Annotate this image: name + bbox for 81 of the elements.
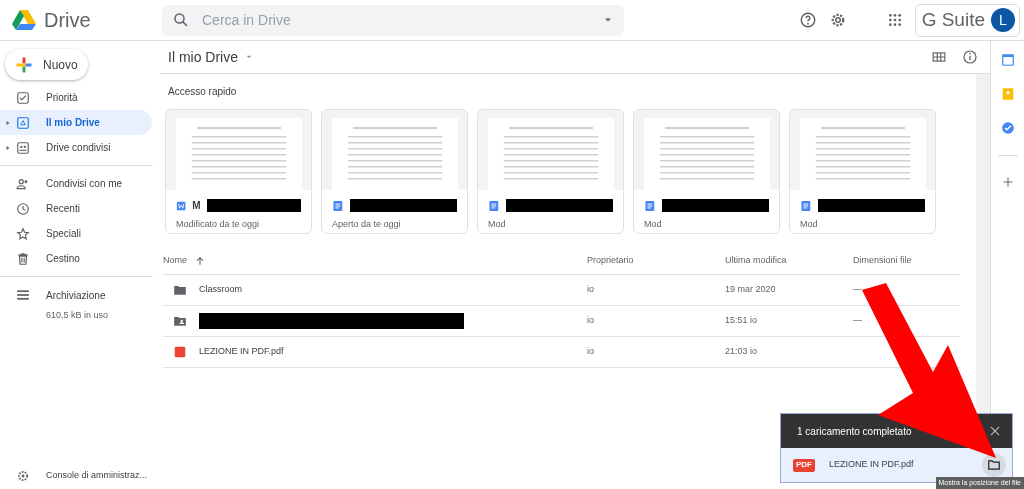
activity-text: Mod	[488, 218, 507, 231]
activity-text: Aperto da te oggi	[332, 218, 402, 231]
shared-folder-icon	[173, 314, 187, 328]
search-icon	[172, 11, 190, 29]
pdf-badge: PDF	[793, 458, 815, 472]
file-card[interactable]: Mod	[633, 109, 780, 234]
folder-icon	[987, 458, 1001, 472]
sidebar-item[interactable]: Priorità	[0, 85, 152, 110]
info-icon	[962, 49, 978, 65]
sidebar-item[interactable]: Condivisi con me	[0, 171, 152, 196]
file-card[interactable]: Mod	[789, 109, 936, 234]
pdf-icon	[173, 345, 187, 359]
clock-icon	[16, 201, 30, 216]
star-icon	[16, 226, 30, 241]
storage-icon	[16, 288, 30, 302]
document-icon	[800, 199, 812, 212]
people-icon	[16, 176, 30, 191]
activity-text: Modificato da te oggi	[176, 218, 261, 231]
upload-status: 1 caricamento completato	[797, 424, 912, 439]
storage-label[interactable]: Archiviazione	[46, 288, 109, 303]
table-cell: 15:51 io	[725, 315, 758, 326]
checkbox-icon	[16, 90, 30, 105]
table-cell: —	[853, 315, 862, 326]
help-icon	[798, 11, 817, 29]
suite-label: G Suite	[921, 7, 985, 32]
file-card[interactable]: M Modificato da te oggi	[165, 109, 312, 234]
file-name: Classroom	[199, 283, 242, 297]
add-icon	[1001, 176, 1014, 188]
sidebar-item[interactable]: Il mio Drive	[0, 110, 152, 135]
file-card[interactable]: Aperto da te oggi	[321, 109, 468, 234]
plus-icon	[15, 55, 33, 74]
drive-icon	[16, 115, 30, 130]
document-icon	[644, 199, 656, 212]
search-bar[interactable]: Cerca in Drive	[162, 4, 624, 36]
file-name: LEZIONE IN PDF.pdf	[829, 458, 914, 472]
sidebar-item[interactable]: Cestino	[0, 246, 152, 271]
expand-arrow-icon	[5, 119, 11, 127]
sidebar-item[interactable]: Speciali	[0, 221, 152, 246]
admin-console-link[interactable]: Console di amministraz...	[46, 469, 148, 483]
file-card[interactable]: Mod	[477, 109, 624, 234]
folder-title-button[interactable]: Il mio Drive	[168, 46, 254, 68]
sort-arrow-icon	[195, 256, 205, 266]
column-header[interactable]: Nome	[163, 254, 187, 268]
sidebar-item[interactable]: Drive condivisi	[0, 135, 152, 160]
drive-logo-icon	[10, 8, 38, 32]
close-icon	[988, 424, 1002, 438]
grid-view-icon	[932, 50, 946, 64]
file-name: M	[192, 199, 201, 213]
task-check-icon	[1000, 121, 1015, 135]
avatar[interactable]: L	[991, 8, 1015, 32]
folder-icon	[173, 283, 187, 297]
apps-grid-icon	[886, 12, 903, 28]
table-cell: 19 mar 2020	[725, 284, 776, 295]
sidebar-item[interactable]: Recenti	[0, 196, 152, 221]
table-cell: —	[853, 284, 862, 295]
word-file-icon	[176, 199, 187, 212]
column-header[interactable]: Proprietario	[587, 254, 634, 268]
table-cell: io	[587, 315, 594, 326]
section-heading: Accesso rapido	[167, 85, 238, 99]
show-file-location-button[interactable]	[982, 453, 1006, 477]
column-header[interactable]: Dimensioni file	[853, 254, 912, 268]
admin-gear-icon	[16, 469, 30, 483]
table-cell: io	[587, 284, 594, 295]
account-panel[interactable]: G Suite L	[914, 3, 1020, 37]
activity-text: Mod	[800, 218, 819, 231]
document-icon	[488, 199, 500, 212]
shared-drive-icon	[16, 140, 30, 155]
table-cell: io	[587, 346, 594, 357]
table-cell: 21:03 io	[725, 346, 758, 357]
activity-text: Mod	[644, 218, 663, 231]
new-button[interactable]: Nuovo	[5, 49, 88, 80]
note-icon	[1000, 87, 1015, 101]
file-name: LEZIONE IN PDF.pdf	[199, 345, 284, 359]
expand-arrow-icon	[5, 144, 11, 152]
calendar-icon	[1000, 53, 1015, 67]
search-field[interactable]: Cerca in Drive	[202, 4, 590, 36]
storage-usage: 610,5 kB in uso	[46, 309, 109, 322]
app-name: Drive	[44, 8, 91, 33]
trash-icon	[16, 251, 30, 266]
column-header[interactable]: Ultima modifica	[725, 254, 787, 268]
document-icon	[332, 199, 344, 212]
